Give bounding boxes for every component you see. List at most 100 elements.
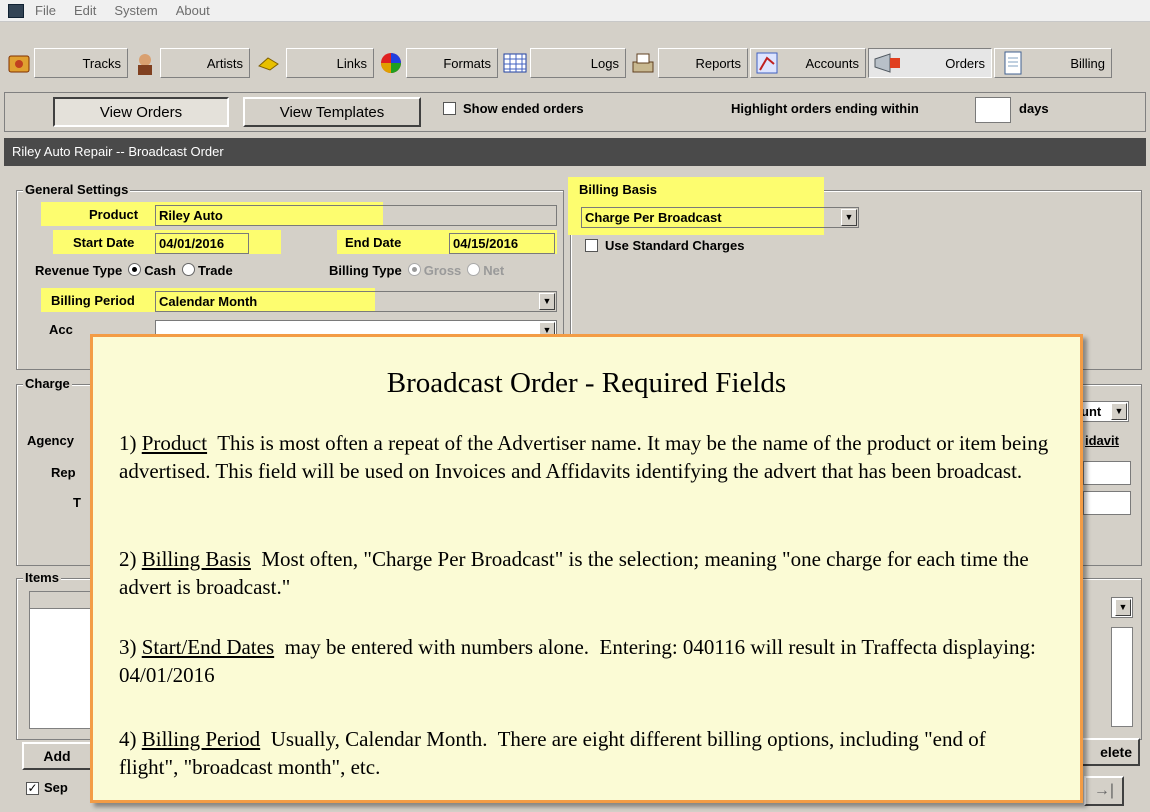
billing-basis-value: Charge Per Broadcast [585,210,722,225]
charges-right-select[interactable]: unt ▼ [1077,401,1129,422]
app-icon[interactable] [8,3,24,18]
menu-file[interactable]: File [26,3,65,18]
callout-p4-num: 4) [119,727,142,751]
callout-title: Broadcast Order - Required Fields [386,367,787,399]
charges-right-field-1[interactable] [1083,461,1131,485]
items-list[interactable] [29,591,91,729]
delete-item-label: elete [1100,744,1132,760]
agency-label: Agency [27,433,74,448]
add-item-label: Add [43,748,71,764]
trade-label: Trade [197,263,233,278]
view-templates-button[interactable]: View Templates [243,97,421,127]
toolbar-reports-button[interactable]: Reports [658,48,748,78]
view-templates-label: View Templates [279,103,385,121]
chevron-down-icon[interactable]: ▼ [1111,403,1127,420]
accounts-icon [756,52,778,74]
t-label: T [73,495,81,510]
revenue-type-label: Revenue Type [35,263,123,278]
toolbar-tracks-label: Tracks [82,55,121,71]
billing-period-select[interactable]: Calendar Month ▼ [155,291,557,312]
callout-para-billing-period: 4) Billing Period Usually, Calendar Mont… [119,725,1049,781]
view-orders-button[interactable]: View Orders [53,97,229,127]
artists-icon [138,54,152,75]
net-radio[interactable] [467,263,481,276]
main-toolbar: Tracks Artists Links Formats Logs Report… [0,46,1150,82]
callout-para-dates: 3) Start/End Dates may be entered with n… [119,633,1049,689]
toolbar-links-button[interactable]: Links [286,48,374,78]
end-date-label: End Date [345,235,402,250]
callout-p3-num: 3) [119,635,142,659]
gross-radio[interactable] [407,263,421,276]
billing-icon [1004,51,1022,75]
sep-label: Sep [44,780,68,795]
toolbar-orders-label: Orders [945,55,985,71]
callout-para-billing-basis: 2) Billing Basis Most often, "Charge Per… [119,545,1049,601]
billing-period-value: Calendar Month [159,294,258,309]
toolbar-logs-label: Logs [590,55,619,71]
arrow-right-icon: →| [1093,782,1115,799]
required-fields-callout: Broadcast Order - Required Fields 1) Pro… [90,334,1083,803]
chevron-down-icon[interactable]: ▼ [539,293,555,310]
billing-period-label: Billing Period [51,293,135,308]
tracks-icon [8,55,30,73]
menu-bar: File Edit System About [0,0,1150,22]
toolbar-tracks-button[interactable]: Tracks [34,48,128,78]
menu-system[interactable]: System [105,3,166,18]
show-ended-checkbox[interactable] [443,102,456,115]
general-settings-title: General Settings [23,182,131,197]
highlight-label: Highlight orders ending within [731,101,919,116]
view-orders-label: View Orders [99,103,183,121]
toolbar-formats-button[interactable]: Formats [406,48,498,78]
callout-p2-term: Billing Basis [141,547,251,571]
callout-p2-text: Most often, "Charge Per Broadcast" is th… [119,547,1034,599]
toolbar-artists-label: Artists [206,55,243,71]
toolbar-accounts-label: Accounts [805,55,859,71]
formats-icon [381,53,401,73]
cash-label: Cash [144,263,176,278]
toolbar-reports-label: Reports [695,55,741,71]
start-date-field[interactable]: 04/01/2016 [155,233,249,254]
next-arrow-button[interactable]: →| [1084,776,1124,806]
items-right-list[interactable] [1111,627,1133,727]
billing-basis-select[interactable]: Charge Per Broadcast ▼ [581,207,859,228]
charges-title: Charge [23,376,72,391]
product-field[interactable]: Riley Auto [155,205,557,226]
add-item-button[interactable]: Add [22,742,92,770]
use-standard-charges-checkbox[interactable] [585,239,598,252]
callout-p1-term: Product [141,431,208,455]
reports-icon [632,53,654,73]
menu-about[interactable]: About [167,3,219,18]
start-date-label: Start Date [73,235,135,250]
trade-radio[interactable] [181,263,195,276]
orders-subbar: View Orders View Templates Show ended or… [4,92,1146,132]
orders-icon [874,53,900,73]
links-icon [258,57,279,71]
charges-right-field-2[interactable] [1083,491,1131,515]
product-label: Product [89,207,139,222]
toolbar-billing-label: Billing [1070,55,1105,71]
callout-p4-term: Billing Period [141,727,261,751]
revenue-type-row: Revenue Type Cash Trade [35,263,233,278]
toolbar-artists-button[interactable]: Artists [160,48,250,78]
chevron-down-icon[interactable]: ▼ [841,209,857,226]
account-label: Acc [49,322,73,337]
rep-label: Rep [51,465,76,480]
items-right-select[interactable]: ▼ [1111,597,1133,618]
items-title: Items [23,570,61,585]
toolbar-formats-label: Formats [443,55,491,71]
toolbar-logs-button[interactable]: Logs [530,48,626,78]
end-date-field[interactable]: 04/15/2016 [449,233,555,254]
callout-p2-num: 2) [119,547,142,571]
chevron-down-icon[interactable]: ▼ [1115,599,1131,616]
callout-p1-num: 1) [119,431,142,455]
highlight-days-input[interactable] [975,97,1011,123]
toolbar-links-label: Links [336,55,367,71]
billing-type-label: Billing Type [329,263,402,278]
affidavit-label: idavit [1085,433,1119,448]
net-label: Net [483,263,505,278]
menu-edit[interactable]: Edit [65,3,105,18]
gross-label: Gross [423,263,462,278]
sep-checkbox[interactable]: ✓ [26,782,39,795]
cash-radio[interactable] [128,263,142,276]
logs-icon [503,53,527,73]
